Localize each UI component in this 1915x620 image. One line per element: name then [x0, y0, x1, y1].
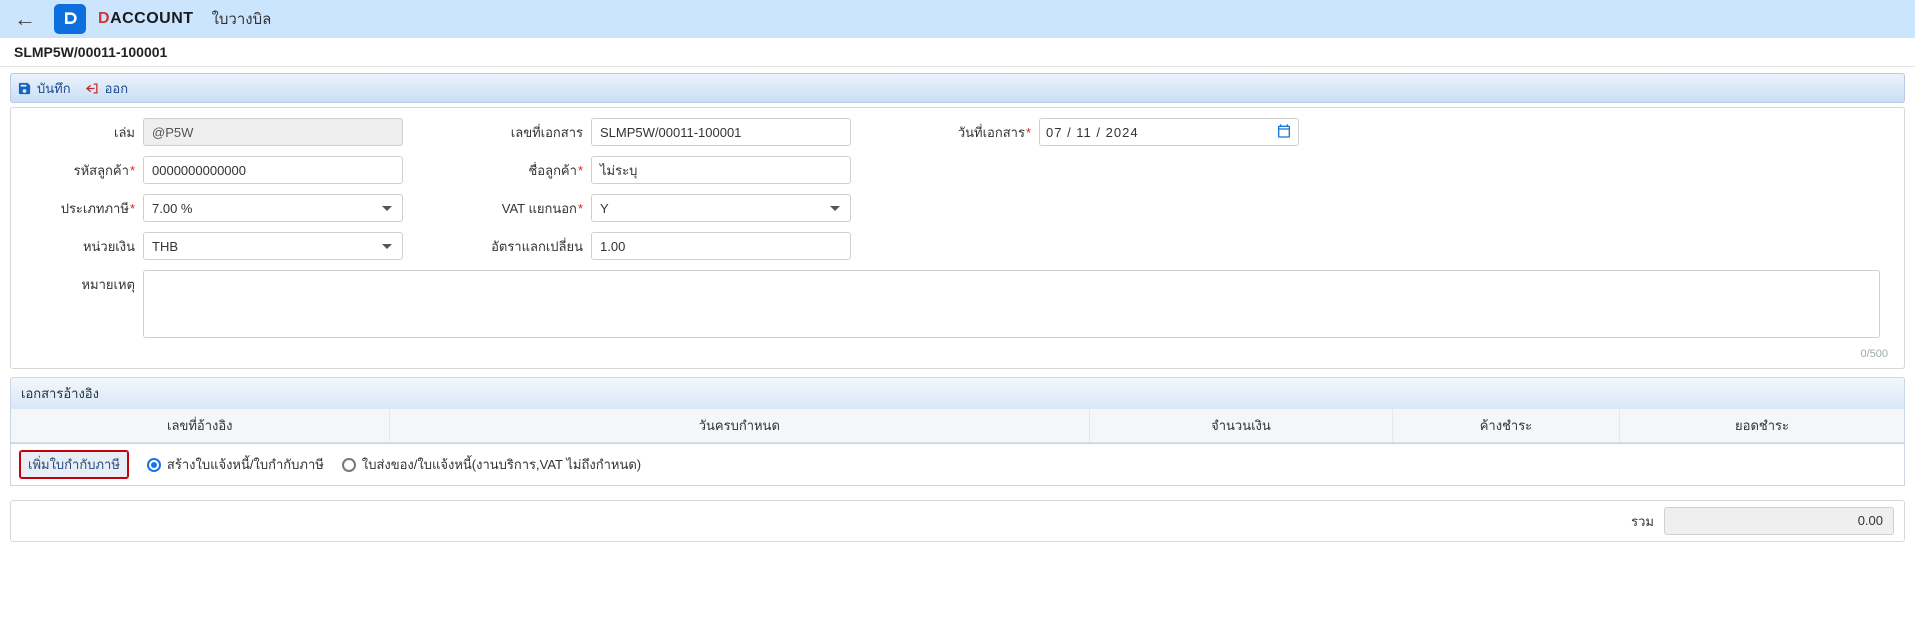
exit-icon — [85, 81, 100, 96]
currency-select[interactable]: THB — [143, 232, 403, 260]
save-icon — [17, 81, 32, 96]
book-field: @P5W — [143, 118, 403, 146]
label-docno: เลขที่เอกสาร — [471, 122, 591, 143]
th-pay: ยอดชำระ — [1620, 409, 1904, 442]
total-bar: รวม 0.00 — [10, 500, 1905, 542]
form-panel: เล่ม @P5W เลขที่เอกสาร SLMP5W/00011-1000… — [10, 107, 1905, 369]
action-toolbar: บันทึก ออก — [10, 73, 1905, 103]
total-field: 0.00 — [1664, 507, 1894, 535]
docno-field[interactable]: SLMP5W/00011-100001 — [591, 118, 851, 146]
main-container: บันทึก ออก เล่ม @P5W เลขที่เอกสาร SLMP5W… — [0, 67, 1915, 552]
label-book: เล่ม — [23, 122, 143, 143]
page-type-title: ใบวางบิล — [212, 7, 272, 31]
label-currency: หน่วยเงิน — [23, 236, 143, 257]
topbar: ← DACCOUNT ใบวางบิล — [0, 0, 1915, 38]
custname-field[interactable]: ไม่ระบุ — [591, 156, 851, 184]
radio-icon — [342, 458, 356, 472]
radio-icon — [147, 458, 161, 472]
th-outstanding: ค้างชำระ — [1393, 409, 1620, 442]
table-header: เลขที่อ้างอิง วันครบกำหนด จำนวนเงิน ค้าง… — [11, 409, 1904, 443]
docdate-field[interactable]: 07 / 11 / 2024 — [1039, 118, 1299, 146]
radio-delivery-note[interactable]: ใบส่งของ/ใบแจ้งหนี้(งานบริการ,VAT ไม่ถึง… — [342, 454, 641, 475]
section-title-refdoc: เอกสารอ้างอิง — [10, 377, 1905, 409]
label-custname: ชื่อลูกค้า* — [471, 160, 591, 181]
label-rate: อัตราแลกเปลี่ยน — [471, 236, 591, 257]
rate-field[interactable]: 1.00 — [591, 232, 851, 260]
add-tax-invoice-button[interactable]: เพิ่มใบกำกับภาษี — [19, 450, 129, 479]
taxtype-select[interactable]: 7.00 % — [143, 194, 403, 222]
page-title: SLMP5W/00011-100001 — [0, 38, 1915, 67]
brand-text: DACCOUNT — [98, 10, 194, 28]
label-remark: หมายเหตุ — [23, 270, 143, 295]
label-docdate: วันที่เอกสาร* — [919, 122, 1039, 143]
vatout-select[interactable]: Y — [591, 194, 851, 222]
th-refno: เลขที่อ้างอิง — [11, 409, 390, 442]
exit-button[interactable]: ออก — [85, 78, 129, 99]
calendar-icon[interactable] — [1276, 123, 1292, 142]
label-vatout: VAT แยกนอก* — [471, 198, 591, 219]
radio-create-invoice[interactable]: สร้างใบแจ้งหนี้/ใบกำกับภาษี — [147, 454, 324, 475]
reference-table: เลขที่อ้างอิง วันครบกำหนด จำนวนเงิน ค้าง… — [10, 409, 1905, 444]
th-amount: จำนวนเงิน — [1090, 409, 1393, 442]
remark-textarea[interactable] — [143, 270, 1880, 338]
remark-counter: 0/500 — [23, 348, 1892, 360]
label-taxtype: ประเภทภาษี* — [23, 198, 143, 219]
save-button[interactable]: บันทึก — [17, 78, 71, 99]
label-custcode: รหัสลูกค้า* — [23, 160, 143, 181]
th-duedate: วันครบกำหนด — [390, 409, 1090, 442]
app-logo — [54, 4, 86, 34]
back-arrow-icon[interactable]: ← — [8, 6, 42, 32]
action-row: เพิ่มใบกำกับภาษี สร้างใบแจ้งหนี้/ใบกำกับ… — [10, 444, 1905, 486]
total-label: รวม — [1631, 511, 1654, 532]
custcode-field[interactable]: 0000000000000 — [143, 156, 403, 184]
